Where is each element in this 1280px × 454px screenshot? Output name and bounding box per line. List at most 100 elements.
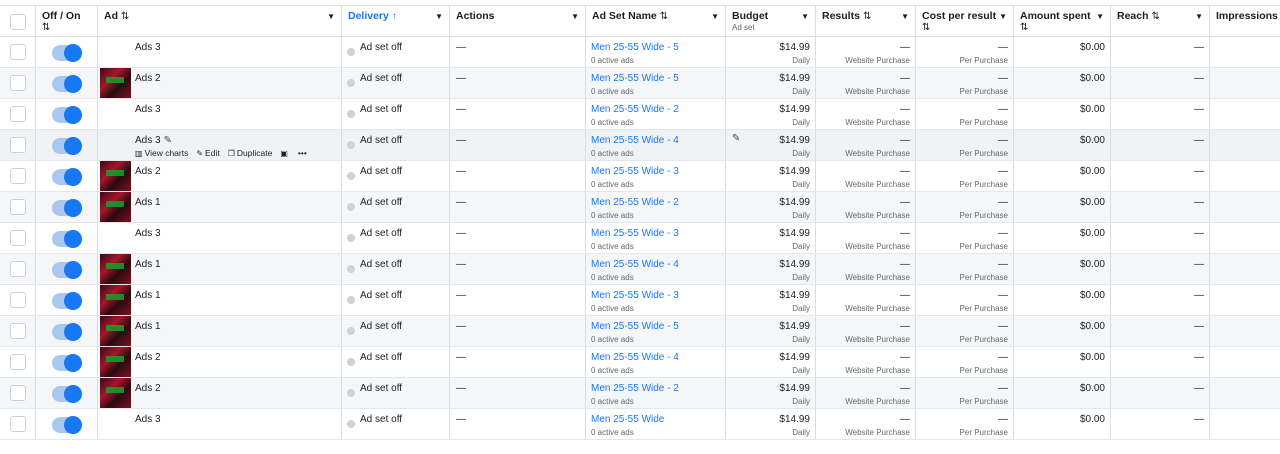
row-checkbox[interactable]: [10, 230, 26, 246]
ad-name[interactable]: Ads 1: [135, 197, 161, 208]
on-off-toggle[interactable]: [52, 385, 82, 403]
chevron-down-icon[interactable]: ▼: [1096, 12, 1104, 21]
table-row[interactable]: Ads 2 Ad set off — Men 25-55 Wide - 4 0 acti…: [0, 347, 1280, 378]
adset-link[interactable]: Men 25-55 Wide - 5: [591, 73, 679, 84]
sort-icon[interactable]: ⇅: [922, 22, 996, 33]
sort-icon[interactable]: ⇅: [1152, 11, 1160, 22]
adset-link[interactable]: Men 25-55 Wide - 4: [591, 352, 679, 363]
on-off-toggle[interactable]: [52, 292, 82, 310]
sort-icon[interactable]: ⇅: [660, 11, 668, 22]
on-off-toggle[interactable]: [52, 261, 82, 279]
on-off-toggle[interactable]: [52, 168, 82, 186]
row-checkbox[interactable]: [10, 106, 26, 122]
row-checkbox[interactable]: [10, 323, 26, 339]
header-budget[interactable]: Budget Ad set ▼: [726, 6, 816, 36]
pencil-icon[interactable]: ✎: [732, 133, 740, 144]
header-results[interactable]: Results ⇅ ▼: [816, 6, 916, 36]
adset-link[interactable]: Men 25-55 Wide - 3: [591, 166, 679, 177]
ad-name[interactable]: Ads 1: [135, 259, 161, 270]
chevron-down-icon[interactable]: ▼: [901, 12, 909, 21]
edit-button[interactable]: ✎ Edit: [196, 148, 219, 158]
adset-link[interactable]: Men 25-55 Wide - 2: [591, 104, 679, 115]
chevron-down-icon[interactable]: ▼: [435, 12, 443, 21]
adset-link[interactable]: Men 25-55 Wide - 3: [591, 228, 679, 239]
table-row[interactable]: Ads 1 Ad set off — Men 25-55 Wide - 5 0 acti…: [0, 316, 1280, 347]
sort-icon[interactable]: ⇅: [863, 11, 871, 22]
ad-name[interactable]: Ads 3: [135, 135, 161, 146]
chevron-down-icon[interactable]: ▼: [327, 12, 335, 21]
on-off-toggle[interactable]: [52, 199, 82, 217]
adset-link[interactable]: Men 25-55 Wide - 2: [591, 383, 679, 394]
ad-name[interactable]: Ads 2: [135, 73, 161, 84]
adset-link[interactable]: Men 25-55 Wide - 3: [591, 290, 679, 301]
ad-thumbnail[interactable]: [100, 68, 131, 98]
on-off-toggle[interactable]: [52, 354, 82, 372]
adset-link[interactable]: Men 25-55 Wide - 2: [591, 197, 679, 208]
preview-button[interactable]: ▣: [280, 148, 290, 158]
table-row[interactable]: Ads 3 Ad set off — Men 25-55 Wide - 2 0 acti…: [0, 99, 1280, 130]
ad-thumbnail[interactable]: [100, 347, 131, 377]
table-row[interactable]: Ads 3 Ad set off — Men 25-55 Wide - 3 0 acti…: [0, 223, 1280, 254]
header-amount-spent[interactable]: Amount spent ⇅ ▼: [1014, 6, 1111, 36]
adset-link[interactable]: Men 25-55 Wide - 5: [591, 42, 679, 53]
header-delivery[interactable]: Delivery ↑ ▼: [342, 6, 450, 36]
ad-thumbnail[interactable]: [100, 378, 131, 408]
chevron-down-icon[interactable]: ▼: [711, 12, 719, 21]
ad-name[interactable]: Ads 3: [135, 414, 161, 425]
table-row[interactable]: Ads 2 Ad set off — Men 25-55 Wide - 2 0 acti…: [0, 378, 1280, 409]
pencil-icon[interactable]: ✎: [164, 135, 172, 146]
header-reach[interactable]: Reach ⇅ ▼: [1111, 6, 1210, 36]
sort-icon[interactable]: ⇅: [1020, 22, 1091, 33]
row-checkbox[interactable]: [10, 168, 26, 184]
adset-link[interactable]: Men 25-55 Wide - 4: [591, 135, 679, 146]
table-row[interactable]: Ads 3 Ad set off — Men 25-55 Wide - 5 0 acti…: [0, 37, 1280, 68]
header-toggle[interactable]: Off / On ⇅: [36, 6, 98, 36]
sort-icon[interactable]: ⇅: [42, 22, 81, 33]
ad-thumbnail[interactable]: [100, 192, 131, 222]
more-button[interactable]: •••: [298, 148, 307, 158]
adset-link[interactable]: Men 25-55 Wide: [591, 414, 664, 425]
ad-name[interactable]: Ads 1: [135, 321, 161, 332]
table-row[interactable]: Ads 2 Ad set off — Men 25-55 Wide - 5 0 acti…: [0, 68, 1280, 99]
table-row[interactable]: Ads 1 Ad set off — Men 25-55 Wide - 3 0 acti…: [0, 285, 1280, 316]
header-ad[interactable]: Ad ⇅ ▼: [98, 6, 342, 36]
chevron-down-icon[interactable]: ▼: [571, 12, 579, 21]
table-row[interactable]: Ads 3 ✎ ▥ View charts ✎ Edit ❐ Duplicate ▣ ••• Ad …: [0, 130, 1280, 161]
row-checkbox[interactable]: [10, 75, 26, 91]
select-all-checkbox[interactable]: [10, 14, 26, 30]
on-off-toggle[interactable]: [52, 75, 82, 93]
header-impressions[interactable]: Impressions: [1210, 6, 1280, 36]
on-off-toggle[interactable]: [52, 137, 82, 155]
row-checkbox[interactable]: [10, 385, 26, 401]
ad-name[interactable]: Ads 3: [135, 42, 161, 53]
header-cost-per-result[interactable]: Cost per result ⇅ ▼: [916, 6, 1014, 36]
row-checkbox[interactable]: [10, 354, 26, 370]
ad-name[interactable]: Ads 1: [135, 290, 161, 301]
on-off-toggle[interactable]: [52, 106, 82, 124]
table-row[interactable]: Ads 1 Ad set off — Men 25-55 Wide - 2 0 acti…: [0, 192, 1280, 223]
chevron-down-icon[interactable]: ▼: [999, 12, 1007, 21]
table-row[interactable]: Ads 2 Ad set off — Men 25-55 Wide - 3 0 acti…: [0, 161, 1280, 192]
chevron-down-icon[interactable]: ▼: [801, 12, 809, 21]
chevron-down-icon[interactable]: ▼: [1195, 12, 1203, 21]
ad-thumbnail[interactable]: [100, 254, 131, 284]
ad-name[interactable]: Ads 3: [135, 228, 161, 239]
table-row[interactable]: Ads 1 Ad set off — Men 25-55 Wide - 4 0 acti…: [0, 254, 1280, 285]
row-checkbox[interactable]: [10, 199, 26, 215]
ad-thumbnail[interactable]: [100, 161, 131, 191]
ad-name[interactable]: Ads 2: [135, 383, 161, 394]
adset-link[interactable]: Men 25-55 Wide - 5: [591, 321, 679, 332]
sort-up-icon[interactable]: ↑: [392, 11, 397, 22]
on-off-toggle[interactable]: [52, 44, 82, 62]
on-off-toggle[interactable]: [52, 323, 82, 341]
row-checkbox[interactable]: [10, 416, 26, 432]
sort-icon[interactable]: ⇅: [121, 11, 129, 22]
on-off-toggle[interactable]: [52, 416, 82, 434]
view-charts-button[interactable]: ▥ View charts: [135, 148, 188, 158]
ad-thumbnail[interactable]: [100, 285, 131, 315]
row-checkbox[interactable]: [10, 137, 26, 153]
ad-name[interactable]: Ads 2: [135, 352, 161, 363]
table-row[interactable]: Ads 3 Ad set off — Men 25-55 Wide 0 active a…: [0, 409, 1280, 440]
ad-name[interactable]: Ads 2: [135, 166, 161, 177]
duplicate-button[interactable]: ❐ Duplicate: [228, 148, 273, 158]
